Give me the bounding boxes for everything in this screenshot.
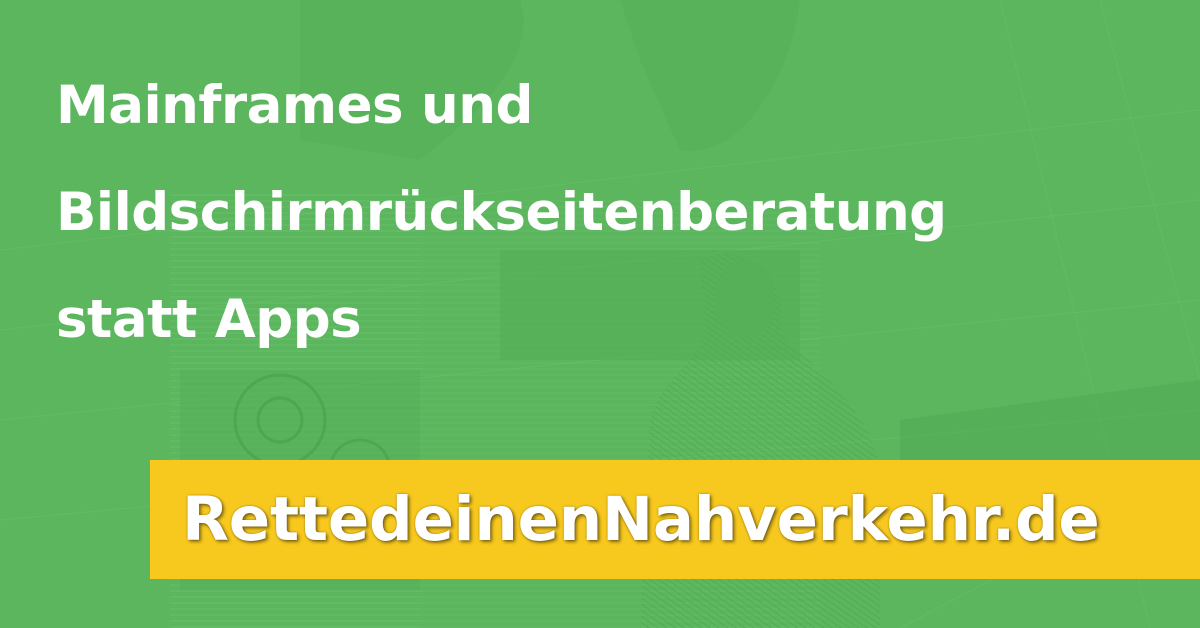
headline-line-2: Bildschirmrückseitenberatung [56,182,947,243]
headline-line-1: Mainframes und [56,75,533,136]
headline-line-3: statt Apps [56,289,362,350]
headline: Mainframes und Bildschirmrückseitenberat… [56,52,1156,373]
url-banner-label: RettedeinenNahverkehr.de [182,484,1100,555]
